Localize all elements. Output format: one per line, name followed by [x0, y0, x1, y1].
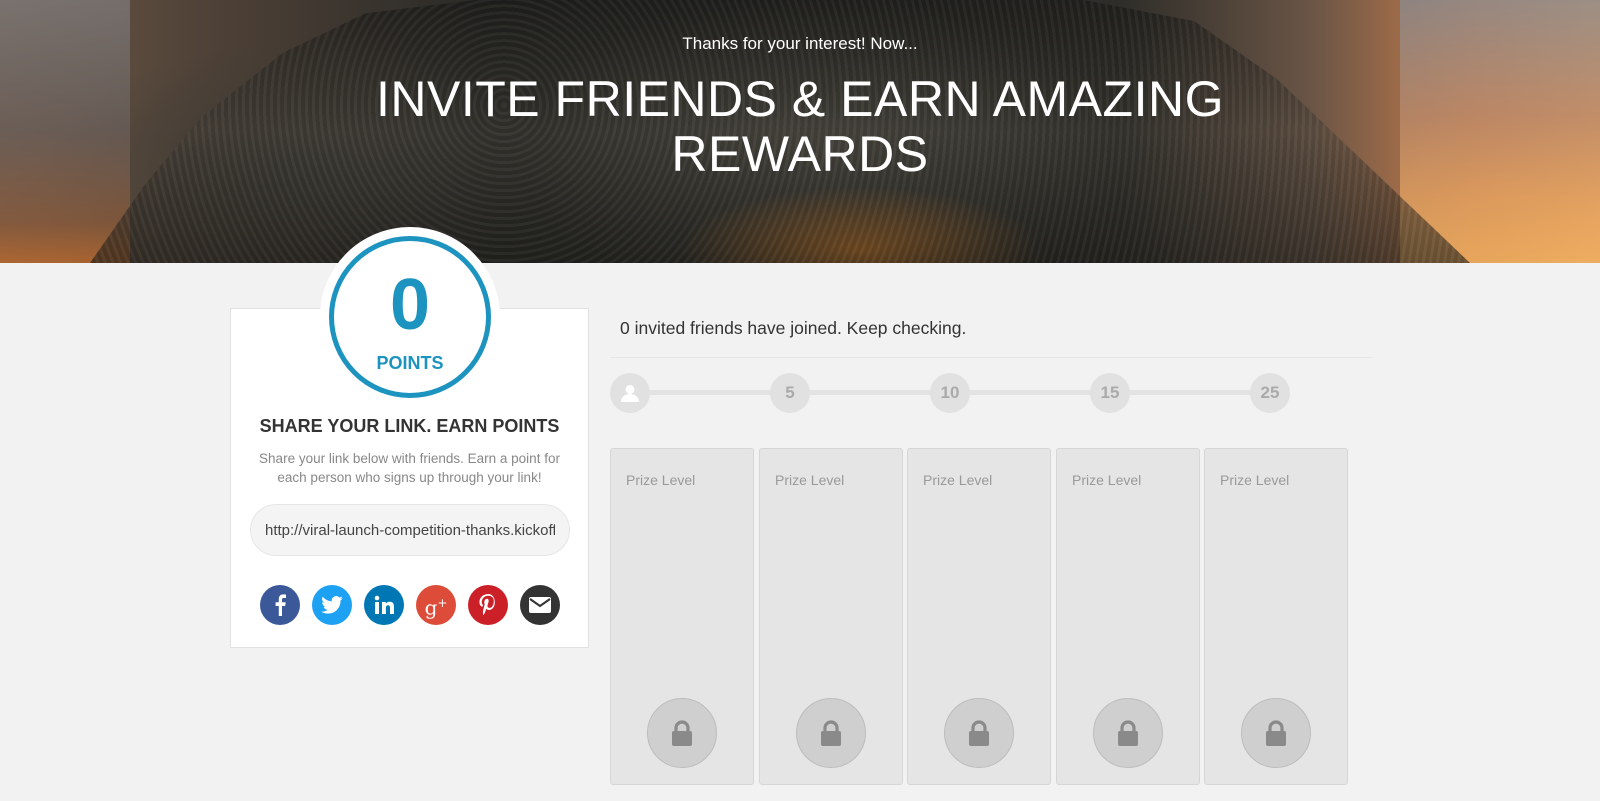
lock-icon — [821, 720, 841, 746]
prize-card: Prize Level — [759, 448, 903, 785]
twitter-icon — [321, 596, 343, 614]
email-share-button[interactable] — [520, 585, 560, 625]
divider — [610, 357, 1372, 358]
share-title: SHARE YOUR LINK. EARN POINTS — [259, 416, 560, 436]
points-label: POINTS — [376, 353, 444, 373]
points-badge: 0 POINTS — [329, 236, 491, 398]
prize-card: Prize Level — [1204, 448, 1348, 785]
lock-icon — [1118, 720, 1138, 746]
lock-icon — [969, 720, 989, 746]
friends-status: 0 invited friends have joined. Keep chec… — [620, 318, 967, 338]
milestone-node: 25 — [1250, 373, 1290, 413]
prize-card: Prize Level — [1056, 448, 1200, 785]
prize-label: Prize Level — [775, 472, 845, 488]
lock-badge — [1241, 698, 1311, 768]
lock-badge — [1093, 698, 1163, 768]
milestone-node: 10 — [930, 373, 970, 413]
prize-label: Prize Level — [626, 472, 696, 488]
linkedin-icon — [374, 595, 394, 614]
milestone-start — [610, 373, 650, 413]
google-plus-share-button[interactable]: g+ — [416, 585, 456, 625]
share-description: Share your link below with friends. Earn… — [259, 451, 560, 485]
linkedin-share-button[interactable] — [364, 585, 404, 625]
lock-badge — [944, 698, 1014, 768]
points-value: 0 — [389, 265, 431, 345]
prize-card: Prize Level — [610, 448, 754, 785]
prize-card: Prize Level — [907, 448, 1051, 785]
facebook-icon — [275, 594, 286, 616]
pinterest-icon — [479, 594, 495, 616]
twitter-share-button[interactable] — [312, 585, 352, 625]
google-plus-icon: g+ — [424, 595, 448, 620]
milestone-node: 5 — [770, 373, 810, 413]
email-icon — [529, 597, 551, 613]
prize-label: Prize Level — [923, 472, 993, 488]
pinterest-share-button[interactable] — [468, 585, 508, 625]
hero-subtitle: Thanks for your interest! Now... — [682, 34, 918, 53]
hero-banner: Thanks for your interest! Now... INVITE … — [0, 0, 1600, 263]
prize-label: Prize Level — [1220, 472, 1290, 488]
lock-badge — [647, 698, 717, 768]
facebook-share-button[interactable] — [260, 585, 300, 625]
user-icon — [621, 385, 639, 402]
lock-icon — [1266, 720, 1286, 746]
lock-badge — [796, 698, 866, 768]
hero-title: INVITE FRIENDS & EARN AMAZING REWARDS — [376, 71, 1224, 182]
milestone-node: 15 — [1090, 373, 1130, 413]
prize-label: Prize Level — [1072, 472, 1142, 488]
referral-link-input[interactable] — [250, 504, 570, 556]
lock-icon — [672, 720, 692, 746]
